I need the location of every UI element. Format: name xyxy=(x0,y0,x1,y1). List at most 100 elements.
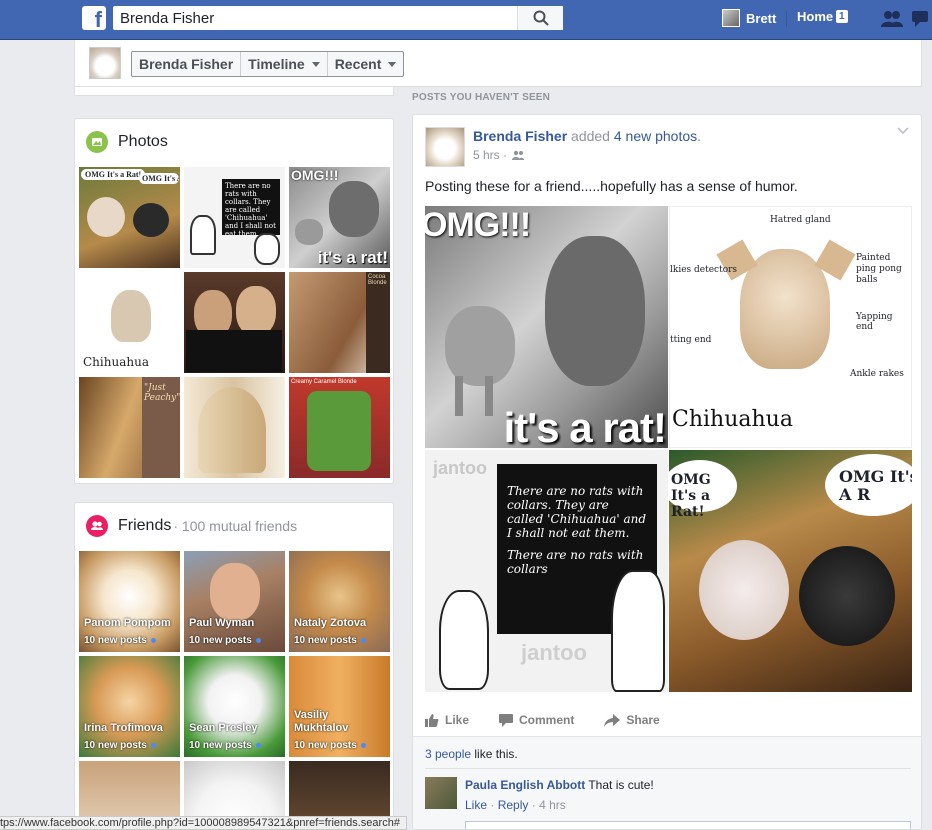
friend-name[interactable]: Paul Wyman xyxy=(189,617,254,630)
photo-caption: it's a rat! xyxy=(317,248,388,267)
share-button[interactable]: Share xyxy=(604,712,660,728)
share-arrow-icon xyxy=(604,713,621,727)
user-name: Brett xyxy=(746,10,777,26)
chevron-down-icon xyxy=(388,61,397,67)
ufi-section: 3 people like this. Paula English Abbott… xyxy=(413,736,921,829)
friend-requests-icon[interactable] xyxy=(880,10,904,28)
friend-posts-count[interactable]: 10 new posts xyxy=(189,740,261,751)
friends-audience-icon[interactable] xyxy=(511,150,525,160)
friend-posts-count[interactable]: 10 new posts xyxy=(84,740,156,751)
post-actions: Like Comment Share xyxy=(425,712,911,728)
home-count-badge: 1 xyxy=(836,10,848,23)
friend-tile[interactable]: Sean Presley 10 new posts xyxy=(184,656,285,757)
friend-name[interactable]: Vasiliy Mukhtalov xyxy=(294,709,384,735)
friends-header: Friends · 100 mutual friends xyxy=(86,515,297,537)
friend-name[interactable]: Sean Presley xyxy=(189,722,258,735)
post-photo[interactable]: OMG!!! it's a rat! xyxy=(425,206,668,448)
profile-name-label: Brenda Fisher xyxy=(139,56,234,72)
post-timestamp[interactable]: 5 hrs · xyxy=(473,148,525,162)
divider xyxy=(425,768,911,769)
post-action-end: . xyxy=(697,128,702,144)
messages-icon[interactable] xyxy=(912,10,932,28)
timeline-label: Timeline xyxy=(248,56,305,72)
photo-caption: it's a rat! xyxy=(503,404,667,448)
post-author-link[interactable]: Brenda Fisher xyxy=(473,128,567,144)
comment: Paula English Abbott That is cute! xyxy=(465,778,654,792)
thumbs-up-icon xyxy=(425,713,439,727)
photo-thumbnail[interactable]: Creamy Caramel Blonde xyxy=(289,377,390,478)
comment-like-link[interactable]: Like xyxy=(465,798,487,812)
recent-dropdown[interactable]: Recent xyxy=(328,52,404,76)
photo-thumbnail[interactable]: OMG!!! it's a rat! xyxy=(289,167,390,268)
facebook-logo-icon[interactable]: f xyxy=(82,6,106,30)
search-input[interactable] xyxy=(113,6,513,30)
friend-tile[interactable]: Paul Wyman 10 new posts xyxy=(184,551,285,652)
friend-posts-count[interactable]: 10 new posts xyxy=(189,635,261,646)
home-link[interactable]: Home xyxy=(797,9,833,24)
unread-dot-icon xyxy=(360,638,366,643)
post-time-text: 5 hrs · xyxy=(473,148,508,162)
write-comment-input[interactable] xyxy=(465,821,911,829)
post-photo[interactable]: OMG It's a Rat! OMG It's A R xyxy=(669,450,912,692)
photo-thumbnail[interactable]: There are no rats with collars. They are… xyxy=(184,167,285,268)
friend-name[interactable]: Irina Trofimova xyxy=(84,722,163,735)
photo-thumbnail[interactable]: Cocoa Blonde xyxy=(289,272,390,373)
likes-summary: 3 people like this. xyxy=(425,747,518,761)
photo-thumbnail[interactable] xyxy=(184,272,285,373)
likers-link[interactable]: 3 people xyxy=(425,747,471,761)
friend-tile[interactable]: Irina Trofimova 10 new posts xyxy=(79,656,180,757)
comment-reply-link[interactable]: Reply xyxy=(498,798,529,812)
profile-name-button[interactable]: Brenda Fisher xyxy=(132,52,242,76)
divider xyxy=(786,11,787,27)
cartoon-text: There are no rats with collars. They are… xyxy=(507,484,647,540)
photos-card: Photos OMG It's a Rat! OMG It's A R Ther… xyxy=(74,118,394,484)
post-photo[interactable]: Hatred gland Painted ping pong balls Yap… xyxy=(669,206,912,448)
post-author-avatar[interactable] xyxy=(425,127,465,167)
mutual-friends-count[interactable]: · 100 mutual friends xyxy=(173,518,297,534)
diagram-label: lkies detectors xyxy=(670,265,738,275)
breadcrumb: Brenda Fisher Timeline Recent xyxy=(131,51,405,77)
search-button[interactable] xyxy=(517,6,563,30)
friend-posts-count[interactable]: 10 new posts xyxy=(294,740,366,751)
diagram-label: tting end xyxy=(670,335,712,345)
friend-posts-count[interactable]: 10 new posts xyxy=(294,635,366,646)
friend-tile[interactable]: Vasiliy Mukhtalov 10 new posts xyxy=(289,656,390,757)
photos-title[interactable]: Photos xyxy=(118,133,168,151)
friend-tile[interactable]: Nataly Zotova 10 new posts xyxy=(289,551,390,652)
photo-thumbnail[interactable]: Chihuahua xyxy=(79,272,180,373)
diagram-label: Ankle rakes xyxy=(850,369,904,379)
photo-caption: Creamy Caramel Blonde xyxy=(291,379,357,385)
like-label: Like xyxy=(445,713,470,727)
comment-button[interactable]: Comment xyxy=(499,712,574,728)
comment-meta: Like · Reply · 4 hrs xyxy=(465,798,566,812)
friend-posts-count[interactable]: 10 new posts xyxy=(84,635,156,646)
friend-name[interactable]: Nataly Zotova xyxy=(294,617,366,630)
post-photo[interactable]: jantoo There are no rats with collars. T… xyxy=(425,450,668,692)
friend-name[interactable]: Panom Pompom xyxy=(84,617,171,630)
watermark-text: jantoo xyxy=(433,458,487,478)
photo-thumbnail[interactable]: "Just Peachy" xyxy=(79,377,180,478)
comment-author-avatar[interactable] xyxy=(425,777,457,809)
chevron-down-icon xyxy=(311,61,320,67)
photo-thumbnail[interactable] xyxy=(184,377,285,478)
search-box xyxy=(113,6,563,30)
like-button[interactable]: Like xyxy=(425,712,469,728)
friend-tile[interactable]: Panom Pompom 10 new posts xyxy=(79,551,180,652)
comment-time[interactable]: · 4 hrs xyxy=(532,798,566,812)
comment-author-link[interactable]: Paula English Abbott xyxy=(465,778,585,792)
timeline-dropdown[interactable]: Timeline xyxy=(241,52,328,76)
comment-text: That is cute! xyxy=(585,778,654,792)
friends-title[interactable]: Friends xyxy=(118,517,171,535)
unread-dot-icon xyxy=(150,743,156,748)
new-photos-link[interactable]: 4 new photos xyxy=(614,128,697,144)
photo-grid: OMG It's a Rat! OMG It's A R There are n… xyxy=(79,167,390,478)
share-label: Share xyxy=(626,713,660,727)
browser-status-url: tps://www.facebook.com/profile.php?id=10… xyxy=(0,816,407,830)
search-icon xyxy=(533,10,549,26)
photo-thumbnail[interactable]: OMG It's a Rat! OMG It's A R xyxy=(79,167,180,268)
profile-link[interactable]: Brett xyxy=(722,8,776,28)
photos-header: Photos xyxy=(86,131,168,153)
profile-avatar[interactable] xyxy=(89,47,121,79)
speech-bubble-text: OMG It's a Rat! xyxy=(669,460,737,520)
chevron-down-icon[interactable] xyxy=(897,127,909,135)
